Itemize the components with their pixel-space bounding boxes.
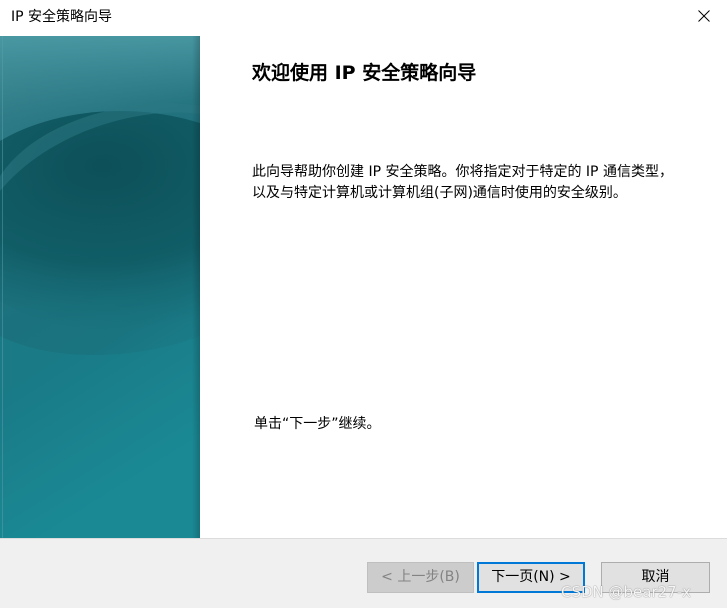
close-button[interactable]	[681, 0, 727, 34]
title-bar: IP 安全策略向导	[0, 0, 727, 36]
wizard-footer: < 上一步(B) 下一页(N) > 取消	[0, 539, 727, 608]
wizard-content: 欢迎使用 IP 安全策略向导 此向导帮助你创建 IP 安全策略。你将指定对于特定…	[200, 36, 727, 538]
wizard-window: IP 安全策略向导 欢迎使用 IP 安全策略向导 此向导帮助你创建 IP 安全策…	[0, 0, 727, 608]
back-button[interactable]: < 上一步(B)	[367, 562, 474, 593]
wizard-banner-image	[0, 36, 200, 538]
window-title: IP 安全策略向导	[11, 9, 113, 25]
wizard-description: 此向导帮助你创建 IP 安全策略。你将指定对于特定的 IP 通信类型，以及与特定…	[252, 164, 673, 201]
close-icon	[698, 10, 710, 22]
next-button[interactable]: 下一页(N) >	[477, 562, 585, 593]
cancel-button[interactable]: 取消	[601, 562, 710, 593]
continue-instruction: 单击“下一步”继续。	[254, 416, 381, 432]
wizard-heading: 欢迎使用 IP 安全策略向导	[252, 62, 477, 84]
